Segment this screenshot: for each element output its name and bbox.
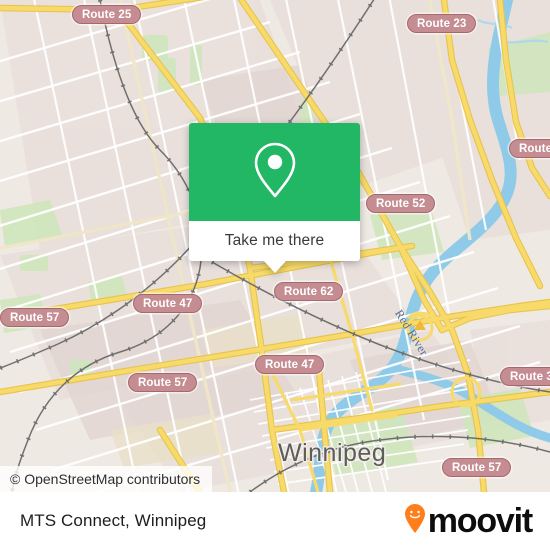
route-badge[interactable]: Route 25 <box>72 5 142 24</box>
route-badge[interactable]: Route 47 <box>255 355 325 374</box>
moovit-wordmark: moovit <box>427 502 533 540</box>
route-badge[interactable]: Route 4 <box>509 139 550 158</box>
map-pin-icon <box>252 140 298 205</box>
map-canvas[interactable]: Winnipeg Red River Route 25 Route 23 Route… <box>0 0 550 492</box>
route-badge[interactable]: Route 37 <box>500 367 550 386</box>
route-badge[interactable]: Route 57 <box>442 458 512 477</box>
route-badge[interactable]: Route 23 <box>407 14 477 33</box>
osm-attribution[interactable]: © OpenStreetMap contributors <box>0 466 213 492</box>
route-badge[interactable]: Route 47 <box>133 294 203 313</box>
place-title: MTS Connect, Winnipeg <box>20 511 207 530</box>
moovit-logo[interactable]: moovit <box>404 502 533 540</box>
moovit-smiley-pin-icon <box>404 504 425 538</box>
popup-pin-area <box>189 123 360 221</box>
page-footer: MTS Connect, Winnipeg moovit <box>0 492 550 550</box>
route-badge[interactable]: Route 57 <box>128 373 198 392</box>
route-badge[interactable]: Route 52 <box>366 194 436 213</box>
moovit-map-page: Winnipeg Red River Route 25 Route 23 Route… <box>0 0 550 550</box>
route-badge[interactable]: Route 57 <box>0 308 70 327</box>
location-popup-card[interactable]: Take me there <box>189 123 360 273</box>
osm-attribution-text: © OpenStreetMap contributors <box>10 471 201 487</box>
popup-pointer-tail <box>263 261 286 273</box>
route-badge[interactable]: Route 62 <box>274 282 344 301</box>
take-me-there-label[interactable]: Take me there <box>225 232 325 250</box>
city-label-winnipeg: Winnipeg <box>278 439 387 467</box>
popup-action-area[interactable]: Take me there <box>189 221 360 261</box>
